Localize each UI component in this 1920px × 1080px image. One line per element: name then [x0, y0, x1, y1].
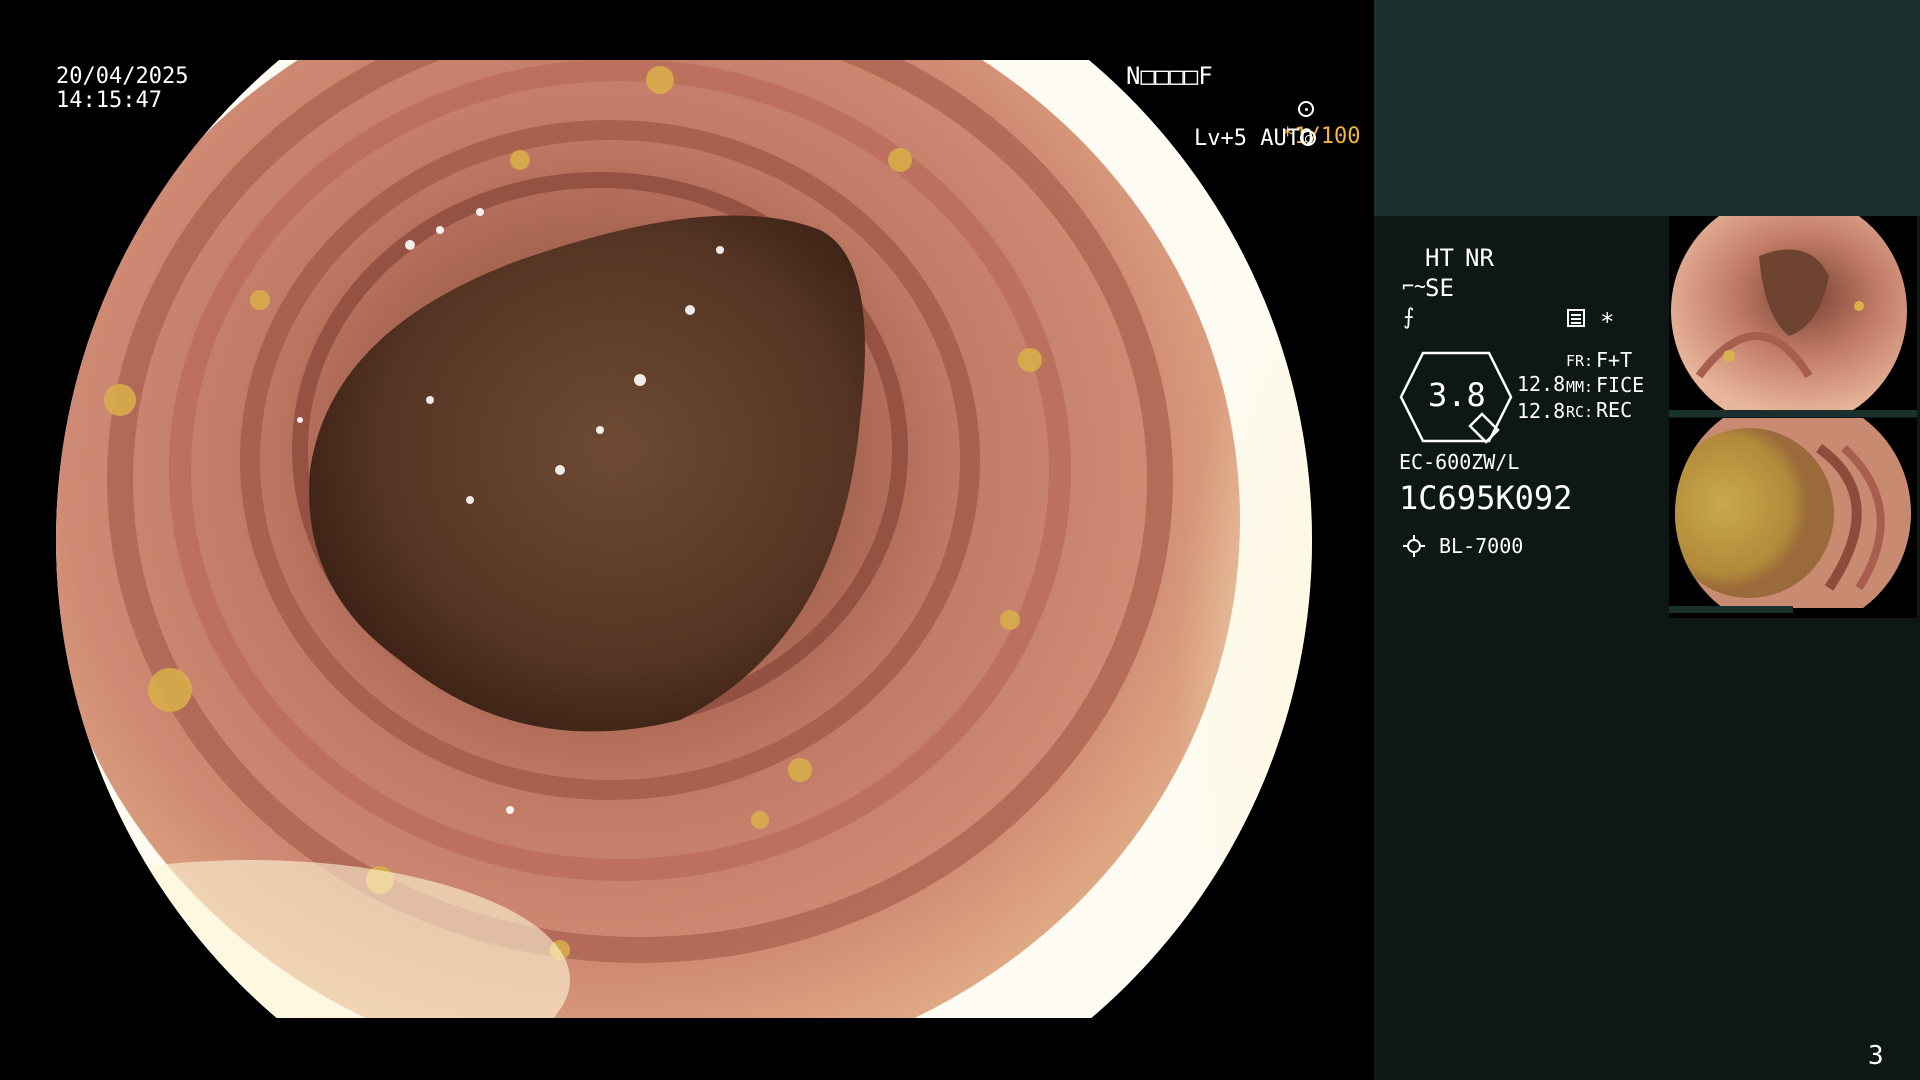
- panel-header-area: [1374, 0, 1920, 216]
- nr-label: NR: [1465, 244, 1494, 272]
- endoscopic-image: [56, 60, 1312, 1018]
- iris-icon: [1300, 130, 1316, 146]
- mm-value: FICE: [1596, 373, 1645, 397]
- endoscope-view: 20/04/2025 14:15:47 N□□□□F *1/100 Lv+5 A…: [0, 0, 1374, 1080]
- patient-code: N□□□□F: [1126, 62, 1213, 90]
- fr-label: FR:: [1566, 352, 1594, 370]
- thumbnail-2-image: [1675, 418, 1911, 608]
- record-settings-icon: [1567, 309, 1585, 327]
- fr-value: F+T: [1596, 348, 1633, 372]
- thumbnail-2[interactable]: [1669, 418, 1917, 618]
- se-label: SE: [1425, 274, 1454, 302]
- light-source-icon: [1403, 535, 1425, 557]
- zoom-value: 3.8: [1428, 376, 1486, 414]
- scope-model: EC-600ZW/L: [1399, 450, 1520, 474]
- ht-label: HT: [1425, 244, 1454, 272]
- scope-serial: 1C695K092: [1399, 479, 1573, 517]
- thumbnail-1-image: [1671, 216, 1907, 416]
- thumbnail-2-bar: [1669, 606, 1793, 613]
- mm-label: MM:: [1566, 378, 1594, 396]
- rc-label: RC:: [1566, 403, 1594, 421]
- light-source-model: BL-7000: [1439, 534, 1524, 558]
- shutter-icon: [1298, 101, 1314, 117]
- thumbnail-1[interactable]: [1669, 216, 1917, 416]
- filter-icon: ⨍: [1403, 305, 1415, 330]
- asterisk-indicator: *: [1600, 308, 1615, 336]
- value-1: 12.8: [1517, 372, 1566, 396]
- value-2: 12.8: [1517, 399, 1566, 423]
- page-number: 3: [1868, 1041, 1884, 1071]
- iris-mode: Lv+5 AUTO: [1194, 126, 1314, 151]
- exam-date: 20/04/2025: [56, 64, 189, 89]
- exam-time: 14:15:47: [56, 88, 162, 113]
- thumbnail-1-bar: [1669, 410, 1917, 417]
- rc-value: REC: [1596, 398, 1633, 422]
- structure-enhance-icon: ⌐~: [1402, 274, 1427, 298]
